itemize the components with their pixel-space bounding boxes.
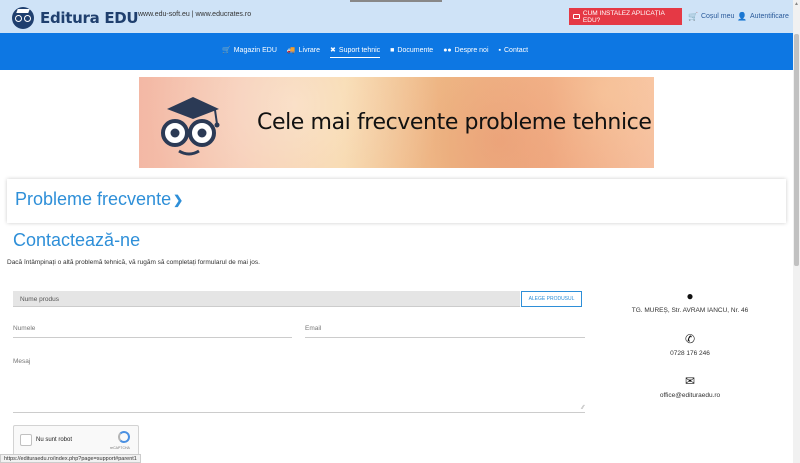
map-marker-icon: ● xyxy=(686,289,694,303)
contact-intro: Dacă întâmpinați o altă problemă tehnică… xyxy=(7,259,260,266)
page-scrollbar[interactable]: ▲ xyxy=(793,0,800,463)
email-block: ✉ office@edituraedu.ro xyxy=(625,374,755,399)
message-placeholder: Mesaj xyxy=(13,358,31,365)
nav-item-documente[interactable]: ■ Documente xyxy=(390,46,433,54)
email-field[interactable]: Email xyxy=(305,325,585,338)
nav-item-label: Contact xyxy=(504,46,529,54)
wrench-icon: ✖ xyxy=(330,47,336,54)
status-bar-url: https://edituraedu.ro/index.php?page=sup… xyxy=(0,454,141,463)
chevron-down-icon: ❯ xyxy=(173,192,184,207)
nav-item-label: Documente xyxy=(397,46,434,54)
user-icon: 👤 xyxy=(737,12,747,21)
captcha-label: Nu sunt robot xyxy=(36,437,73,443)
logo-text: Editura EDU xyxy=(40,9,139,27)
owl-logo-icon xyxy=(12,7,34,29)
nav-item-label: Livrare xyxy=(298,46,321,54)
hero-banner: Cele mai frecvente probleme tehnice xyxy=(139,77,654,168)
message-field[interactable]: Mesaj ∕∕ xyxy=(13,358,585,413)
nav-item-despre[interactable]: ●● Despre noi xyxy=(443,46,488,54)
top-bar: Editura EDU www.edu-soft.eu | www.educra… xyxy=(0,0,793,33)
product-name-input[interactable]: Nume produs xyxy=(13,291,520,307)
contact-icon: ▪ xyxy=(498,46,501,54)
nav-item-livrare[interactable]: 🚚 Livrare xyxy=(286,46,321,55)
phone-text: 0728 176 246 xyxy=(670,350,710,357)
cart-icon: 🛒 xyxy=(688,12,698,21)
login-link[interactable]: 👤 Autentificare xyxy=(737,12,789,21)
scrollbar-thumb[interactable] xyxy=(794,34,799,266)
nav-item-label: Despre noi xyxy=(454,46,489,54)
install-app-label: CUM INSTALEZ APLICAȚIA EDU? xyxy=(582,9,665,24)
phone-block: ✆ 0728 176 246 xyxy=(625,332,755,357)
monitor-icon xyxy=(573,14,580,19)
address-text: TG. MUREȘ, Str. AVRAM IANCU, Nr. 46 xyxy=(631,307,749,314)
address-block: ● TG. MUREȘ, Str. AVRAM IANCU, Nr. 46 xyxy=(625,289,755,314)
nav-item-suport[interactable]: ✖ Suport tehnic xyxy=(330,46,381,58)
captcha-checkbox[interactable] xyxy=(20,434,32,446)
install-app-button[interactable]: CUM INSTALEZ APLICAȚIA EDU? xyxy=(569,8,682,25)
users-icon: ●● xyxy=(443,46,452,54)
site-links[interactable]: www.edu-soft.eu | www.educrates.ro xyxy=(138,11,251,18)
faq-title: Probleme frecvente xyxy=(15,189,172,209)
recaptcha-brand: reCAPTCHA xyxy=(110,446,130,450)
folder-icon: ■ xyxy=(390,46,395,54)
cart-icon: 🛒 xyxy=(222,47,231,54)
faq-toggle[interactable]: Probleme frecvente ❯ xyxy=(15,189,183,210)
main-nav: 🛒 Magazin EDU 🚚 Livrare ✖ Suport tehnic … xyxy=(0,33,793,70)
choose-product-button[interactable]: ALEGE PRODUSUL xyxy=(521,291,582,307)
phone-icon: ✆ xyxy=(684,332,696,346)
banner-heading: Cele mai frecvente probleme tehnice xyxy=(257,110,652,135)
nav-item-label: Magazin EDU xyxy=(233,46,277,54)
email-text[interactable]: office@edituraedu.ro xyxy=(660,392,720,399)
owl-mascot-icon xyxy=(161,97,220,156)
scroll-up-icon[interactable]: ▲ xyxy=(794,1,799,7)
login-label: Autentificare xyxy=(749,13,789,20)
recaptcha-logo-icon xyxy=(118,431,130,443)
recaptcha-widget: Nu sunt robot reCAPTCHA xyxy=(13,425,139,457)
logo[interactable]: Editura EDU xyxy=(12,7,139,29)
truck-icon: 🚚 xyxy=(286,47,296,54)
envelope-icon: ✉ xyxy=(684,374,696,388)
cart-link[interactable]: 🛒 Coșul meu xyxy=(688,12,734,21)
cart-label: Coșul meu xyxy=(700,13,735,20)
resize-grip-icon[interactable]: ∕∕ xyxy=(582,405,584,411)
top-divider xyxy=(350,0,442,2)
nav-item-label: Suport tehnic xyxy=(338,46,381,54)
nav-item-contact[interactable]: ▪ Contact xyxy=(499,46,529,54)
contact-title: Contactează-ne xyxy=(13,230,141,250)
name-field[interactable]: Numele xyxy=(13,325,292,338)
nav-item-magazin[interactable]: 🛒 Magazin EDU xyxy=(222,46,277,55)
faq-section[interactable]: Probleme frecvente ❯ xyxy=(7,179,786,223)
